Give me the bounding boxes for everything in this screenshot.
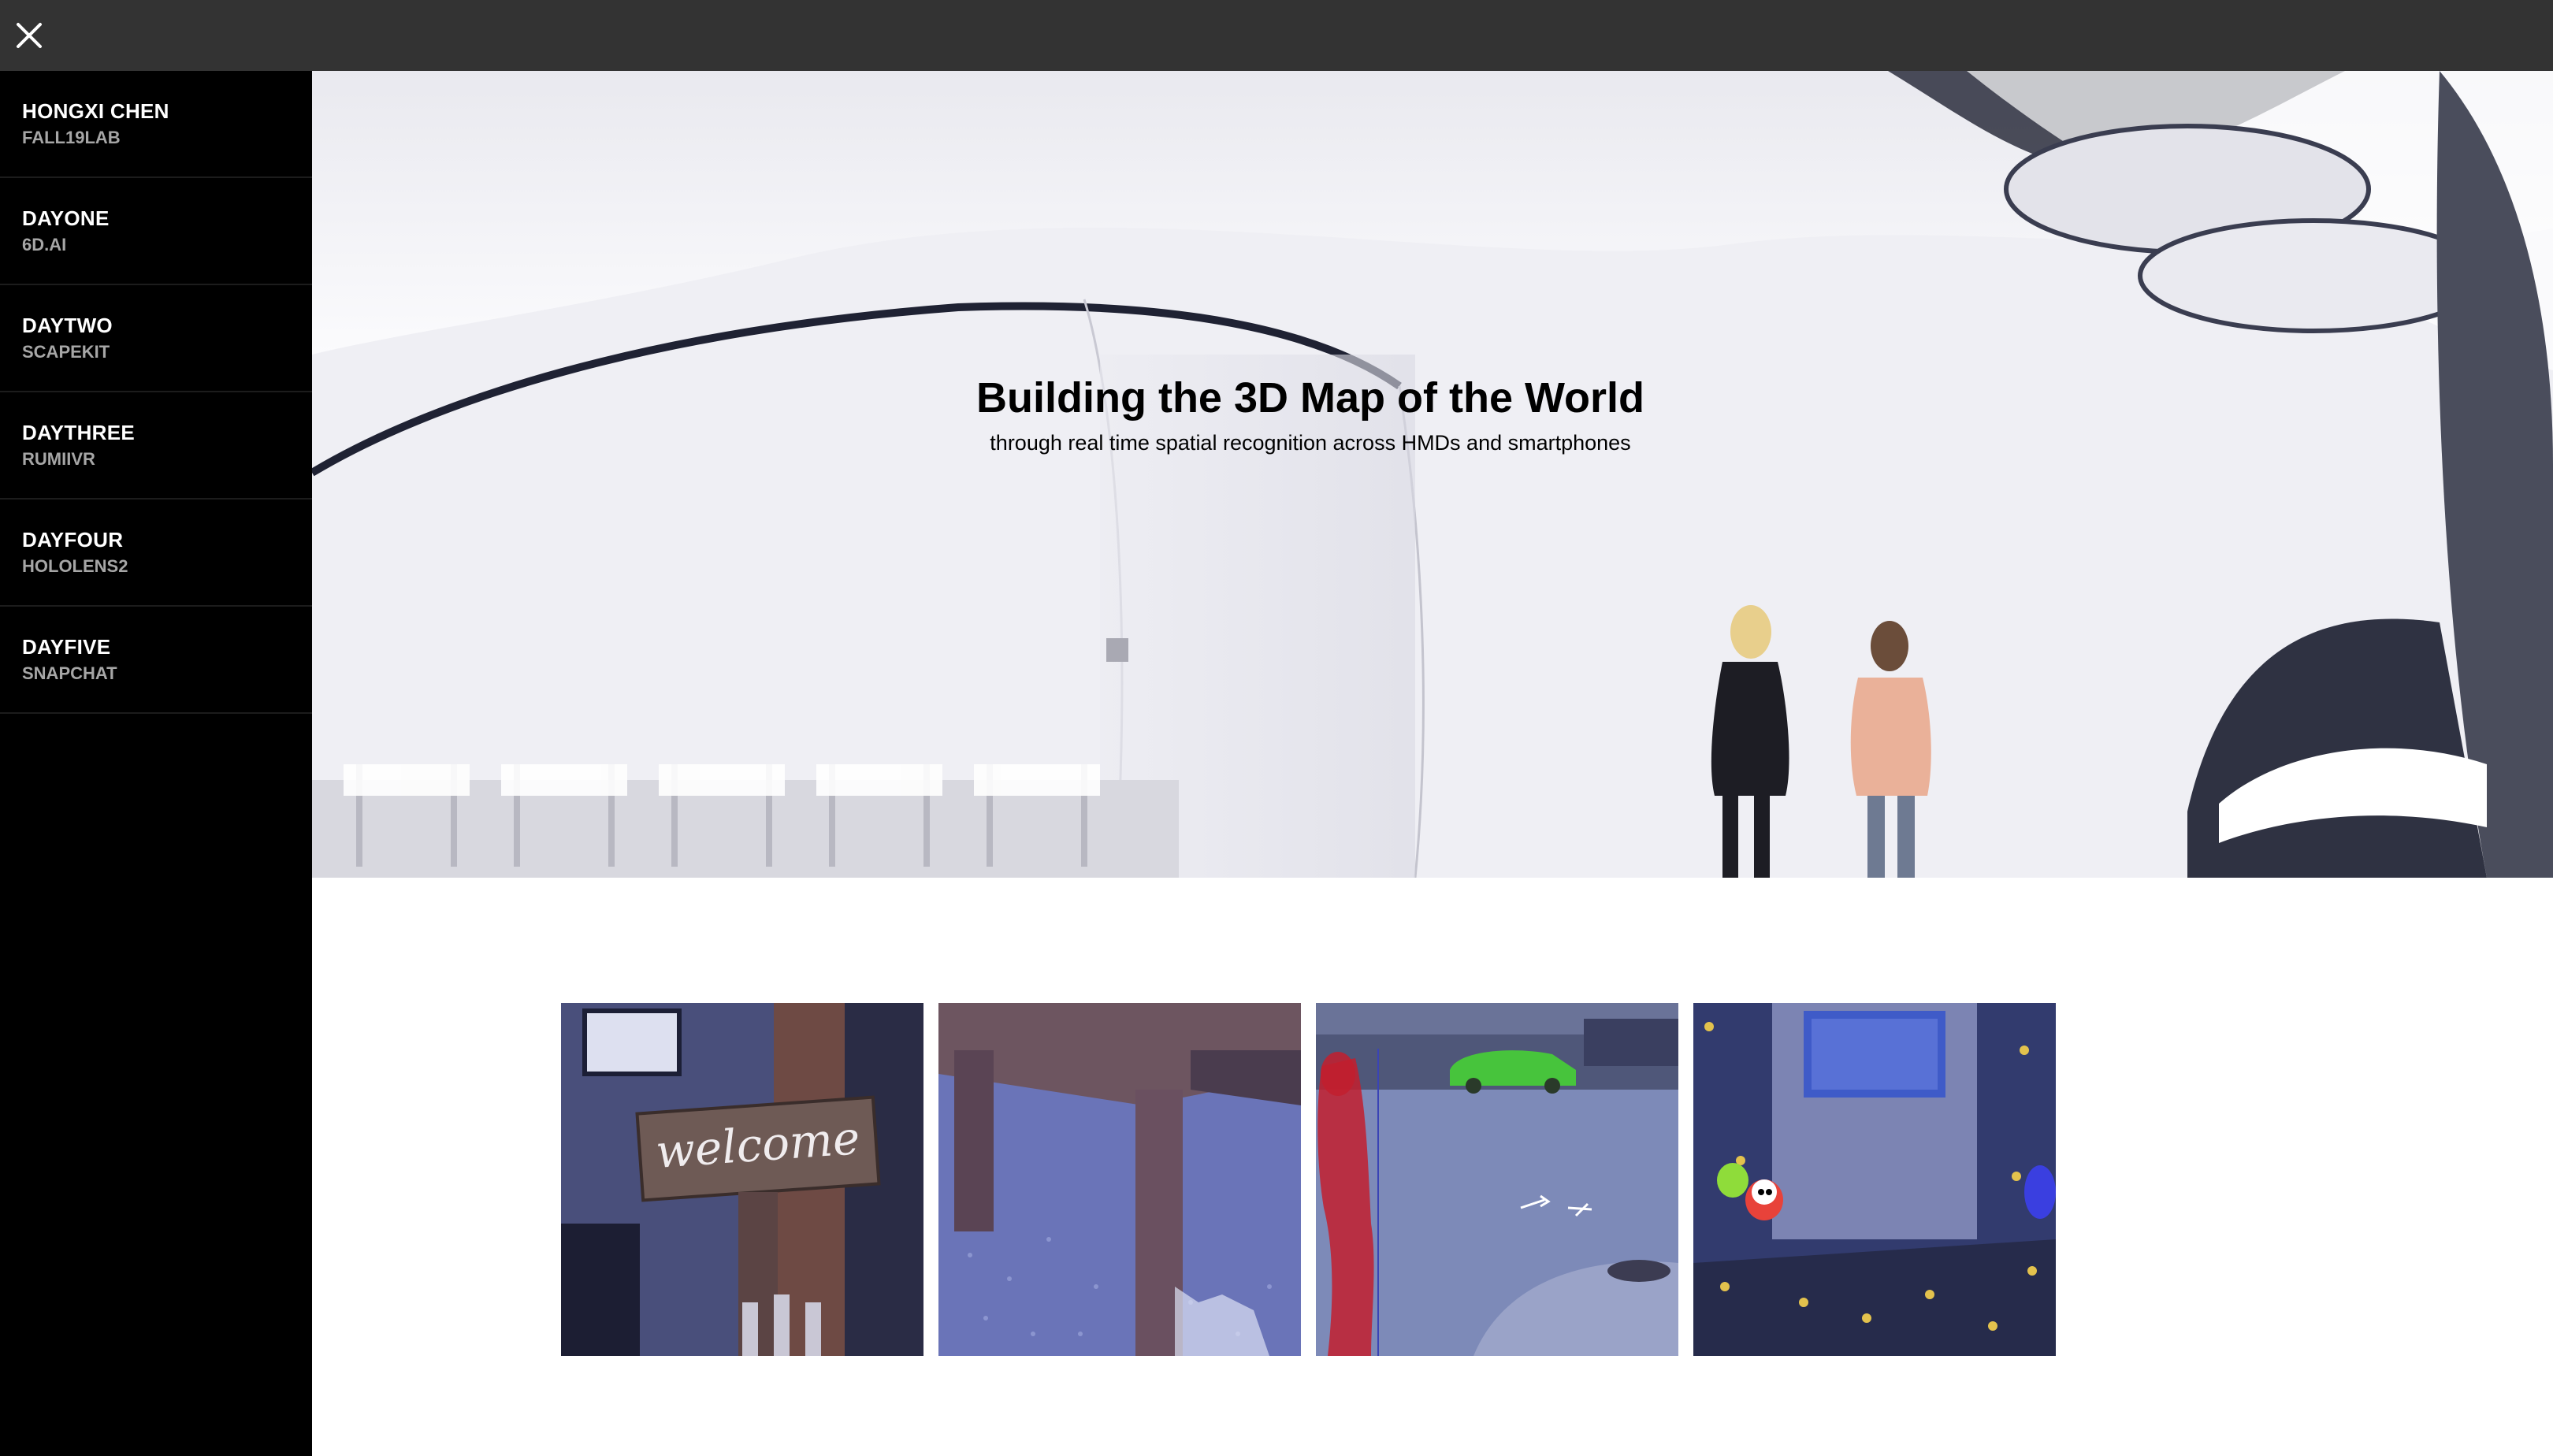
sidebar-nav: HONGXI CHEN FALL19LAB DAYONE 6D.AI DAYTW… xyxy=(0,71,312,1456)
hero-image xyxy=(312,71,2553,878)
sidebar-item-title: DAYONE xyxy=(22,206,110,230)
sidebar-item-title: DAYTHREE xyxy=(22,421,136,444)
hero-banner: Building the 3D Map of the World through… xyxy=(312,71,2553,878)
sidebar-item-subtitle: HOLOLENS2 xyxy=(22,556,128,576)
sidebar-item-hongxi-chen[interactable]: HONGXI CHEN FALL19LAB xyxy=(0,71,312,178)
sidebar-item-title: DAYTWO xyxy=(22,314,113,337)
hero-subtitle: through real time spatial recognition ac… xyxy=(990,431,1631,455)
sidebar-item-subtitle: SCAPEKIT xyxy=(22,342,110,362)
gallery-image-welcome-sign[interactable]: welcome xyxy=(561,1003,923,1356)
sidebar-item-title: DAYFIVE xyxy=(22,635,111,659)
sidebar-item-dayfive[interactable]: DAYFIVE SNAPCHAT xyxy=(0,607,312,714)
hero-title: Building the 3D Map of the World xyxy=(976,374,1644,422)
sidebar-item-daythree[interactable]: DAYTHREE RUMIIVR xyxy=(0,392,312,500)
top-bar xyxy=(0,0,2553,71)
close-icon[interactable] xyxy=(14,20,44,50)
sidebar-item-subtitle: 6D.AI xyxy=(22,235,67,254)
sidebar-item-subtitle: SNAPCHAT xyxy=(22,663,117,683)
sidebar-item-subtitle: FALL19LAB xyxy=(22,128,121,147)
sidebar-item-dayfour[interactable]: DAYFOUR HOLOLENS2 xyxy=(0,500,312,607)
gallery-image-street-segmentation[interactable] xyxy=(1316,1003,1678,1356)
gallery: welcome xyxy=(561,1003,2056,1356)
sidebar-item-dayone[interactable]: DAYONE 6D.AI xyxy=(0,178,312,285)
sidebar-item-subtitle: RUMIIVR xyxy=(22,449,95,469)
sidebar-item-daytwo[interactable]: DAYTWO SCAPEKIT xyxy=(0,285,312,392)
gallery-image-table-mesh[interactable] xyxy=(938,1003,1301,1356)
gallery-image-ar-characters[interactable] xyxy=(1693,1003,2056,1356)
sidebar-item-title: DAYFOUR xyxy=(22,528,124,552)
sidebar-item-title: HONGXI CHEN xyxy=(22,99,169,123)
